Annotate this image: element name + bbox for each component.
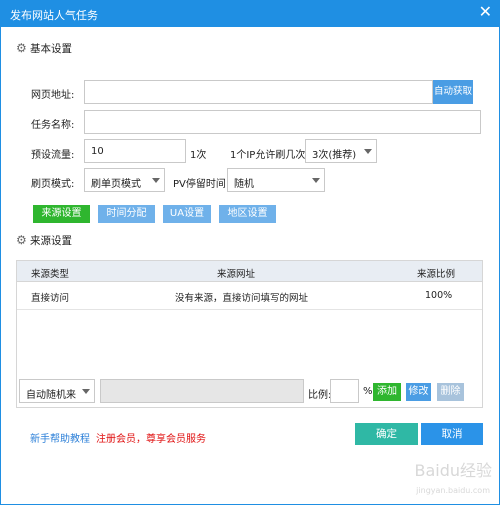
ip-limit-select[interactable]: 3次(推荐) xyxy=(305,139,377,163)
table-header: 来源类型 来源网址 来源比例 xyxy=(17,261,482,282)
gear-icon: ⚙ xyxy=(16,233,27,247)
basic-settings-header: ⚙ 基本设置 xyxy=(16,41,72,56)
source-url-input[interactable] xyxy=(100,379,304,403)
source-settings-title: 来源设置 xyxy=(30,235,72,247)
task-name-label: 任务名称: xyxy=(31,120,75,131)
member-link[interactable]: 注册会员，尊享会员服务 xyxy=(96,430,206,445)
source-type-value: 自动随机来 xyxy=(26,390,76,401)
url-label: 网页地址: xyxy=(31,90,75,101)
chevron-down-icon xyxy=(152,178,160,183)
delete-button[interactable]: 删除 xyxy=(437,383,464,401)
ratio-input[interactable] xyxy=(330,379,359,403)
header-source-type: 来源类型 xyxy=(31,269,70,280)
preset-traffic-unit: 1次 xyxy=(190,150,207,161)
mode-value: 刷单页模式 xyxy=(91,179,141,190)
chevron-down-icon xyxy=(82,389,90,394)
url-input[interactable] xyxy=(84,80,433,104)
edit-button[interactable]: 修改 xyxy=(406,383,431,401)
title-bar: 发布网站人气任务 ✕ xyxy=(0,0,500,27)
ok-button[interactable]: 确定 xyxy=(355,423,418,445)
basic-settings-title: 基本设置 xyxy=(30,43,72,55)
row-source-type: 直接访问 xyxy=(31,293,70,304)
header-source-ratio: 来源比例 xyxy=(417,269,456,280)
chevron-down-icon xyxy=(364,149,372,154)
tab-region-settings[interactable]: 地区设置 xyxy=(219,205,276,223)
tab-ua-settings[interactable]: UA设置 xyxy=(163,205,211,223)
auto-fetch-button[interactable]: 自动获取 xyxy=(433,80,473,104)
tab-time-allocation[interactable]: 时间分配 xyxy=(98,205,155,223)
preset-traffic-input[interactable]: 10 xyxy=(84,139,186,163)
pv-time-label: PV停留时间: xyxy=(173,179,230,190)
row-source-ratio: 100% xyxy=(425,290,453,301)
percent-sign: % xyxy=(363,386,373,397)
table-row[interactable]: 直接访问 没有来源，直接访问填写的网址 100% xyxy=(17,282,482,310)
cancel-button[interactable]: 取消 xyxy=(421,423,483,445)
watermark-url: jingyan.baidu.com xyxy=(416,486,490,495)
ip-limit-value: 3次(推荐) xyxy=(312,150,357,161)
row-source-url: 没有来源，直接访问填写的网址 xyxy=(175,293,309,304)
pv-time-value: 随机 xyxy=(234,179,254,190)
ratio-label: 比例: xyxy=(308,390,332,401)
pv-time-select[interactable]: 随机 xyxy=(227,168,325,192)
chevron-down-icon xyxy=(312,178,320,183)
ip-limit-label: 1个IP允许刷几次: xyxy=(230,150,309,161)
header-source-url: 来源网址 xyxy=(217,269,256,280)
help-link[interactable]: 新手帮助教程 xyxy=(30,430,90,445)
source-type-select[interactable]: 自动随机来 xyxy=(19,379,95,403)
window-title: 发布网站人气任务 xyxy=(10,9,98,22)
mode-select[interactable]: 刷单页模式 xyxy=(84,168,165,192)
add-button[interactable]: 添加 xyxy=(373,383,401,401)
gear-icon: ⚙ xyxy=(16,41,27,55)
mode-label: 刷页模式: xyxy=(31,179,75,190)
watermark-logo: Baidu经验 xyxy=(414,461,492,480)
close-icon[interactable]: ✕ xyxy=(479,3,492,21)
task-name-input[interactable] xyxy=(84,110,481,134)
preset-traffic-label: 预设流量: xyxy=(31,150,75,161)
tab-source-settings[interactable]: 来源设置 xyxy=(33,205,90,223)
source-settings-header: ⚙ 来源设置 xyxy=(16,233,72,248)
